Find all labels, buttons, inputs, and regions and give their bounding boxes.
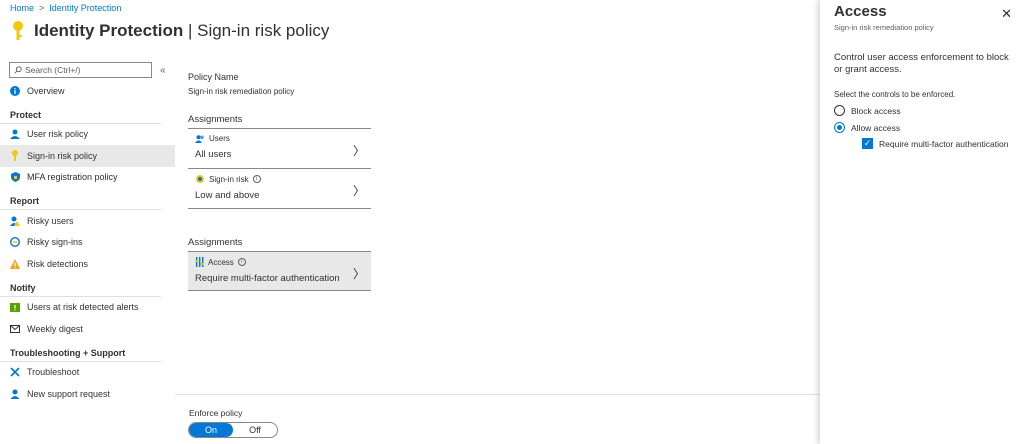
signin-risk-icon [196,175,204,183]
breadcrumb-identity-protection[interactable]: Identity Protection [49,3,121,13]
support-icon [10,389,20,399]
access-icon [195,257,204,267]
sidebar-item-signin-risk-policy[interactable]: Sign-in risk policy [0,145,175,167]
sidebar-item-mfa-registration-policy[interactable]: MFA registration policy [0,167,175,189]
sidebar-item-weekly-digest[interactable]: Weekly digest [0,318,175,340]
panel-title: Access [834,3,887,20]
risky-users-icon [10,216,20,226]
sidebar-item-label: Weekly digest [27,323,83,334]
chevron-right-icon: 〉 [352,144,365,158]
section-troubleshooting: Troubleshooting + Support [0,348,161,362]
section-report: Report [0,196,161,210]
signin-risk-label: Sign-in risk [209,174,249,184]
sidebar-item-user-risk-policy[interactable]: User risk policy [0,124,175,146]
toggle-off[interactable]: Off [233,423,277,437]
sidebar-item-label: Overview [27,85,65,96]
allow-access-option[interactable]: Allow access [834,122,1014,133]
panel-select-label: Select the controls to be enforced. [834,90,956,99]
footer-divider [175,394,820,395]
access-panel: Access Sign-in risk remediation policy ✕… [820,0,1024,444]
signin-risk-value: Low and above [195,190,260,201]
sidebar-item-overview[interactable]: Overview [0,80,175,102]
search-input[interactable]: Search (Ctrl+/) [9,62,152,78]
sidebar-item-label: Troubleshoot [27,367,80,378]
key-icon [10,150,20,162]
sidebar: Search (Ctrl+/) « Overview Protect User … [0,62,175,405]
require-mfa-label: Require multi-factor authentication [879,138,1009,149]
user-icon [10,129,20,140]
sidebar-item-troubleshoot[interactable]: Troubleshoot [0,362,175,384]
collapse-sidebar-button[interactable]: « [160,65,166,76]
page-header: Identity Protection | Sign-in risk polic… [10,20,329,42]
users-assignment-row[interactable]: Users All users 〉 [188,129,371,169]
risky-signins-icon [10,237,20,248]
policy-form: Policy Name Sign-in risk remediation pol… [188,72,388,291]
users-label: Users [209,134,230,143]
sidebar-item-risk-detections[interactable]: Risk detections [0,253,175,275]
sidebar-item-users-at-risk-alerts[interactable]: Users at risk detected alerts [0,297,175,319]
page-title: Identity Protection | Sign-in risk polic… [34,21,329,41]
sidebar-item-risky-users[interactable]: Risky users [0,210,175,232]
access-value: Require multi-factor authentication [195,273,340,284]
sidebar-item-label: User risk policy [27,129,89,140]
section-protect: Protect [0,110,161,124]
key-icon [10,20,26,42]
breadcrumb: Home > Identity Protection [10,3,121,13]
page-title-main: Identity Protection [34,21,184,40]
toggle-on[interactable]: On [189,423,233,437]
panel-description: Control user access enforcement to block… [834,52,1009,75]
info-circle-icon [10,85,20,96]
sidebar-item-label: New support request [27,388,111,399]
access-label: Access [208,257,234,267]
sidebar-item-label: Risky users [27,215,74,226]
policy-name-value: Sign-in risk remediation policy [188,87,295,96]
require-mfa-checkbox[interactable]: ✓ [862,138,873,149]
assignments-header: Assignments [188,114,371,129]
alert-mail-icon [10,302,20,312]
allow-access-radio[interactable] [834,122,845,133]
breadcrumb-home[interactable]: Home [10,3,34,13]
policy-name-label: Policy Name [188,72,239,82]
warning-icon [10,258,20,269]
shield-icon [10,172,20,183]
wrench-icon [10,367,20,377]
chevron-right-icon: 〉 [352,267,365,281]
section-notify: Notify [0,283,161,297]
mail-icon [10,324,20,334]
users-value: All users [195,149,232,160]
users-icon [195,134,204,143]
panel-subtitle: Sign-in risk remediation policy [834,23,934,32]
sidebar-item-label: Risky sign-ins [27,237,83,248]
breadcrumb-separator: > [39,3,45,13]
assignments-header-2: Assignments [188,237,243,248]
block-access-option[interactable]: Block access [834,105,1014,116]
search-icon [14,66,22,74]
search-placeholder: Search (Ctrl+/) [25,65,81,75]
signin-risk-assignment-row[interactable]: Sign-in risk i Low and above 〉 [188,169,371,209]
page-title-divider: | [183,21,198,40]
sidebar-item-label: Risk detections [27,258,89,269]
sidebar-item-label: MFA registration policy [27,172,118,183]
sidebar-item-label: Users at risk detected alerts [27,302,139,313]
require-mfa-option[interactable]: ✓ Require multi-factor authentication [862,138,1014,149]
sidebar-item-risky-signins[interactable]: Risky sign-ins [0,232,175,254]
info-icon[interactable]: i [237,258,246,266]
enforce-policy-toggle[interactable]: On Off [188,422,278,438]
page-title-subtitle: Sign-in risk policy [197,21,330,40]
close-icon[interactable]: ✕ [1001,6,1012,22]
block-access-radio[interactable] [834,105,845,116]
info-icon[interactable]: i [252,175,261,183]
access-control-row[interactable]: Access i Require multi-factor authentica… [188,251,371,291]
sidebar-item-new-support-request[interactable]: New support request [0,383,175,405]
sidebar-item-label: Sign-in risk policy [27,150,98,161]
allow-access-label: Allow access [851,122,901,133]
block-access-label: Block access [851,105,901,116]
chevron-right-icon: 〉 [352,184,365,198]
enforce-policy-label: Enforce policy [189,408,243,418]
